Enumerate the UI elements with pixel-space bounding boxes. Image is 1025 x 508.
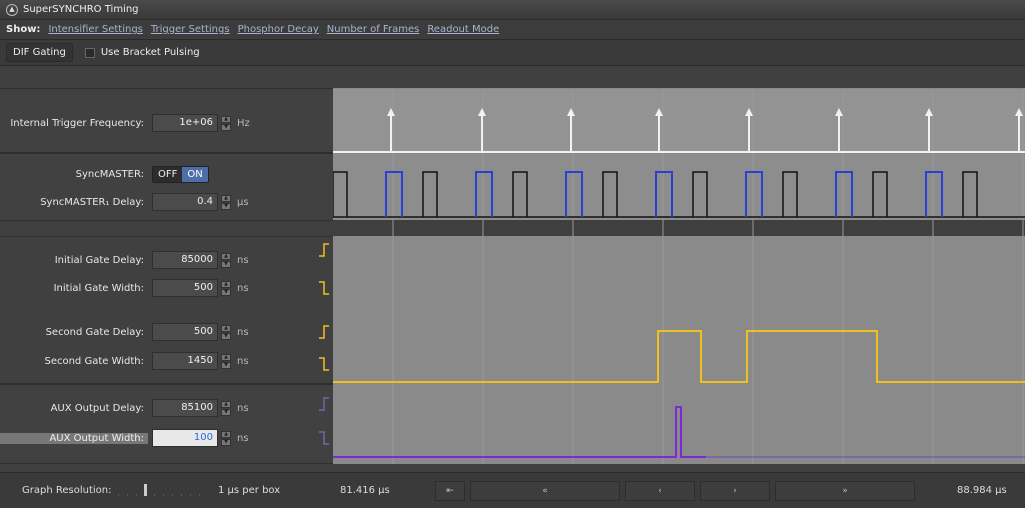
initial-gate-width-stepper[interactable]: ▲ ▼ bbox=[221, 280, 231, 296]
syncmaster-delay-input[interactable]: 0.4 bbox=[152, 193, 218, 211]
timing-graph-svg bbox=[333, 66, 1025, 472]
nav-step-back-button[interactable]: ‹ bbox=[625, 481, 695, 501]
falling-edge-icon bbox=[319, 281, 329, 295]
aux-width-row: AUX Output Width: 100 ▲ ▼ ns bbox=[0, 428, 333, 448]
slider-handle[interactable] bbox=[144, 484, 147, 496]
timing-graph[interactable] bbox=[333, 66, 1025, 472]
rising-edge-icon bbox=[319, 397, 329, 411]
second-gate-delay-label: Second Gate Delay: bbox=[45, 326, 144, 338]
spin-up-icon[interactable]: ▲ bbox=[221, 194, 231, 202]
spin-down-icon[interactable]: ▼ bbox=[221, 260, 231, 268]
time-start-label: 81.416 µs bbox=[340, 485, 390, 496]
initial-gate-delay-unit: ns bbox=[237, 254, 249, 266]
show-label: Show: bbox=[6, 24, 41, 35]
second-gate-width-stepper[interactable]: ▲ ▼ bbox=[221, 353, 231, 369]
aux-delay-input[interactable]: 85100 bbox=[152, 399, 218, 417]
spin-up-icon[interactable]: ▲ bbox=[221, 115, 231, 123]
show-bar: Show: Intensifier Settings Trigger Setti… bbox=[0, 20, 1025, 40]
second-gate-width-input[interactable]: 1450 bbox=[152, 352, 218, 370]
spin-up-icon[interactable]: ▲ bbox=[221, 400, 231, 408]
time-end-label: 88.984 µs bbox=[957, 485, 1007, 496]
link-number-of-frames[interactable]: Number of Frames bbox=[327, 24, 420, 35]
initial-gate-width-input[interactable]: 500 bbox=[152, 279, 218, 297]
collapse-icon[interactable]: ▲ bbox=[6, 3, 18, 16]
spin-up-icon[interactable]: ▲ bbox=[221, 430, 231, 438]
nav-start-button[interactable]: ⇤ bbox=[435, 481, 465, 501]
nav-step-forward-button[interactable]: › bbox=[700, 481, 770, 501]
graph-resolution-slider[interactable] bbox=[116, 481, 206, 499]
syncmaster-delay-row: SyncMASTER₁ Delay: 0.4 ▲ ▼ µs bbox=[0, 192, 333, 212]
checkbox-box[interactable] bbox=[84, 47, 95, 58]
initial-gate-delay-label: Initial Gate Delay: bbox=[54, 254, 144, 266]
trigger-frequency-stepper[interactable]: ▲ ▼ bbox=[221, 115, 231, 131]
options-bar: DIF Gating Use Bracket Pulsing bbox=[0, 40, 1025, 66]
initial-gate-delay-stepper[interactable]: ▲ ▼ bbox=[221, 252, 231, 268]
rising-edge-icon bbox=[319, 325, 329, 339]
aux-section bbox=[0, 384, 333, 464]
syncmaster-delay-unit: µs bbox=[237, 196, 249, 208]
syncmaster-off-button[interactable]: OFF bbox=[153, 166, 183, 182]
aux-width-stepper[interactable]: ▲ ▼ bbox=[221, 430, 231, 446]
trigger-frequency-unit: Hz bbox=[237, 117, 250, 129]
spin-up-icon[interactable]: ▲ bbox=[221, 324, 231, 332]
falling-edge-icon bbox=[319, 357, 329, 371]
nav-page-back-button[interactable]: « bbox=[470, 481, 620, 501]
spin-up-icon[interactable]: ▲ bbox=[221, 353, 231, 361]
initial-gate-delay-input[interactable]: 85000 bbox=[152, 251, 218, 269]
trigger-frequency-row: Internal Trigger Frequency: 1e+06 ▲ ▼ Hz bbox=[0, 113, 333, 133]
spin-down-icon[interactable]: ▼ bbox=[221, 361, 231, 369]
spin-down-icon[interactable]: ▼ bbox=[221, 123, 231, 131]
initial-gate-width-unit: ns bbox=[237, 282, 249, 294]
link-trigger-settings[interactable]: Trigger Settings bbox=[151, 24, 230, 35]
spin-up-icon[interactable]: ▲ bbox=[221, 252, 231, 260]
second-gate-delay-stepper[interactable]: ▲ ▼ bbox=[221, 324, 231, 340]
settings-panel: Internal Trigger Frequency: 1e+06 ▲ ▼ Hz… bbox=[0, 66, 333, 472]
aux-width-label: AUX Output Width: bbox=[0, 432, 148, 444]
falling-edge-icon bbox=[319, 431, 329, 445]
bracket-pulsing-label: Use Bracket Pulsing bbox=[100, 47, 200, 58]
syncmaster-on-button[interactable]: ON bbox=[182, 166, 208, 182]
aux-delay-label: AUX Output Delay: bbox=[50, 402, 144, 414]
initial-gate-delay-row: Initial Gate Delay: 85000 ▲ ▼ ns bbox=[0, 250, 333, 270]
link-readout-mode[interactable]: Readout Mode bbox=[427, 24, 499, 35]
aux-width-unit: ns bbox=[237, 432, 249, 444]
second-gate-width-label: Second Gate Width: bbox=[44, 355, 144, 367]
rising-edge-icon bbox=[319, 243, 329, 257]
bottom-bar: Graph Resolution: 1 µs per box 81.416 µs… bbox=[0, 472, 1025, 508]
trigger-frequency-label: Internal Trigger Frequency: bbox=[10, 117, 144, 129]
bracket-pulsing-checkbox[interactable]: Use Bracket Pulsing bbox=[84, 47, 200, 58]
trigger-frequency-input[interactable]: 1e+06 bbox=[152, 114, 218, 132]
syncmaster-row: SyncMASTER: OFF ON bbox=[0, 164, 333, 184]
nav-page-forward-button[interactable]: » bbox=[775, 481, 915, 501]
graph-resolution-value: 1 µs per box bbox=[218, 485, 281, 496]
window-title: SuperSYNCHRO Timing bbox=[23, 4, 139, 15]
dif-gating-button[interactable]: DIF Gating bbox=[6, 43, 73, 62]
syncmaster-delay-label: SyncMASTER₁ Delay: bbox=[40, 196, 144, 208]
link-phosphor-decay[interactable]: Phosphor Decay bbox=[238, 24, 319, 35]
second-gate-width-row: Second Gate Width: 1450 ▲ ▼ ns bbox=[0, 351, 333, 371]
graph-resolution-label: Graph Resolution: bbox=[22, 485, 112, 496]
aux-delay-unit: ns bbox=[237, 402, 249, 414]
syncmaster-toggle[interactable]: OFF ON bbox=[152, 165, 209, 183]
aux-delay-stepper[interactable]: ▲ ▼ bbox=[221, 400, 231, 416]
syncmaster-label: SyncMASTER: bbox=[75, 168, 144, 180]
second-gate-delay-input[interactable]: 500 bbox=[152, 323, 218, 341]
second-gate-width-unit: ns bbox=[237, 355, 249, 367]
second-gate-delay-row: Second Gate Delay: 500 ▲ ▼ ns bbox=[0, 322, 333, 342]
initial-gate-width-row: Initial Gate Width: 500 ▲ ▼ ns bbox=[0, 278, 333, 298]
spin-up-icon[interactable]: ▲ bbox=[221, 280, 231, 288]
aux-delay-row: AUX Output Delay: 85100 ▲ ▼ ns bbox=[0, 398, 333, 418]
spin-down-icon[interactable]: ▼ bbox=[221, 288, 231, 296]
initial-gate-width-label: Initial Gate Width: bbox=[53, 282, 144, 294]
aux-width-input[interactable]: 100 bbox=[152, 429, 218, 447]
spin-down-icon[interactable]: ▼ bbox=[221, 332, 231, 340]
link-intensifier-settings[interactable]: Intensifier Settings bbox=[48, 24, 142, 35]
spin-down-icon[interactable]: ▼ bbox=[221, 438, 231, 446]
title-bar: ▲ SuperSYNCHRO Timing bbox=[0, 0, 1025, 20]
syncmaster-delay-stepper[interactable]: ▲ ▼ bbox=[221, 194, 231, 210]
spin-down-icon[interactable]: ▼ bbox=[221, 408, 231, 416]
spin-down-icon[interactable]: ▼ bbox=[221, 202, 231, 210]
second-gate-delay-unit: ns bbox=[237, 326, 249, 338]
